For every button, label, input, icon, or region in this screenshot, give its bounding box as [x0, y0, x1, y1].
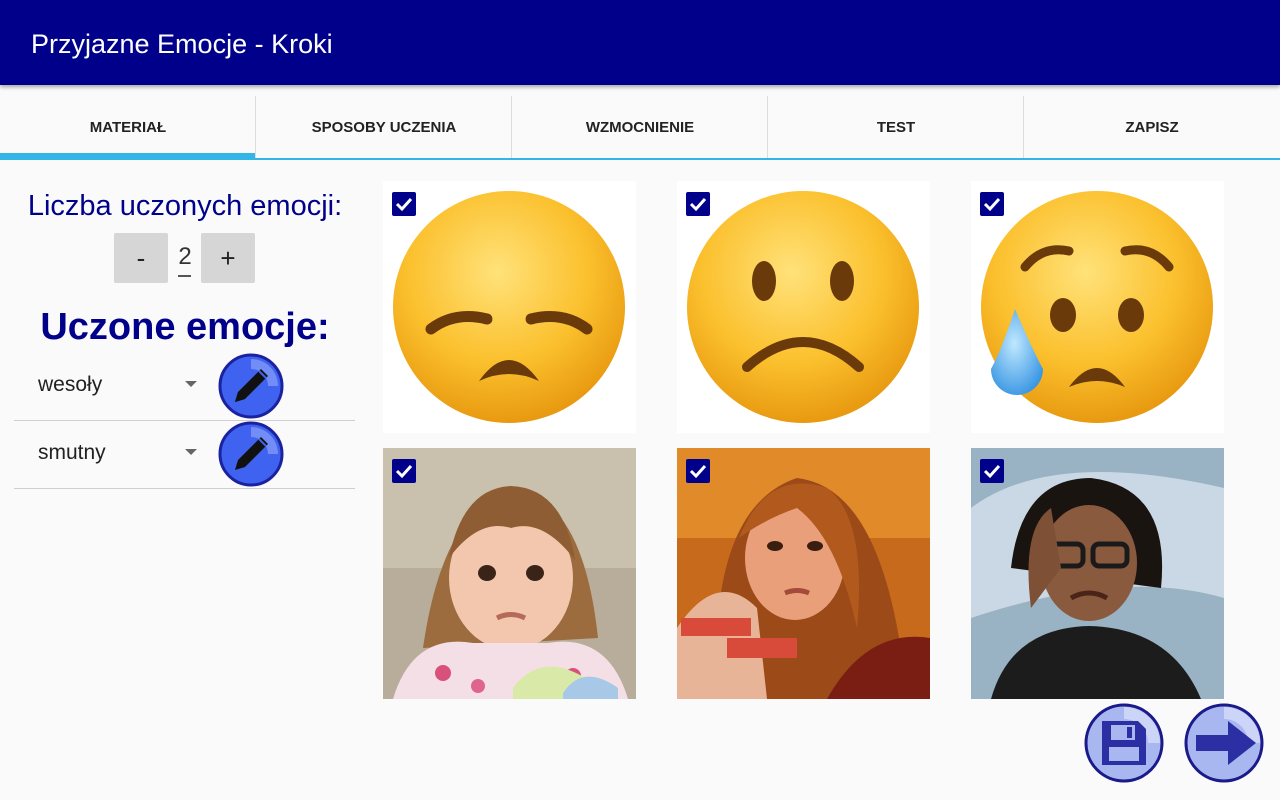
image-tile[interactable] — [383, 448, 636, 699]
sad-young-woman-photo — [677, 448, 930, 699]
emotion-row: wesoły — [14, 353, 355, 421]
checkbox-checked-icon[interactable] — [685, 458, 711, 484]
emotion-count-label: Liczba uczonych emocji: — [27, 190, 343, 222]
tab-bar: MATERIAŁ SPOSOBY UCZENIA WZMOCNIENIE TES… — [0, 96, 1280, 160]
tab-save[interactable]: ZAPISZ — [1024, 96, 1280, 158]
tab-label: WZMOCNIENIE — [585, 118, 695, 136]
edit-emotion-button[interactable] — [218, 353, 284, 419]
tab-material[interactable]: MATERIAŁ — [0, 96, 256, 160]
sad-toddler-photo — [383, 448, 636, 699]
increment-button[interactable]: + — [201, 233, 255, 283]
dropdown-caret-icon — [185, 449, 197, 455]
emotion-select-value: wesoły — [38, 373, 103, 396]
emotion-row: smutny — [14, 421, 355, 489]
checkbox-checked-icon[interactable] — [685, 191, 711, 217]
arrow-right-icon — [1184, 703, 1264, 783]
image-tile[interactable] — [971, 448, 1224, 699]
tab-label: ZAPISZ — [1125, 118, 1179, 136]
emotion-count-value[interactable]: 2 — [172, 243, 198, 271]
tab-reinforcement[interactable]: WZMOCNIENIE — [512, 96, 768, 158]
decrement-button[interactable]: - — [114, 233, 168, 283]
image-tile[interactable] — [971, 181, 1224, 433]
save-button[interactable] — [1084, 703, 1164, 783]
app-bar: Przyjazne Emocje - Kroki — [0, 0, 1280, 85]
learned-emotions-title: Uczone emocje: — [40, 306, 330, 348]
edit-emotion-button[interactable] — [218, 421, 284, 487]
dropdown-caret-icon — [185, 381, 197, 387]
tab-test[interactable]: TEST — [768, 96, 1024, 158]
tab-label: TEST — [876, 118, 916, 136]
emotion-select-value: smutny — [38, 441, 106, 464]
pencil-icon — [218, 353, 284, 419]
checkbox-checked-icon[interactable] — [391, 191, 417, 217]
checkbox-checked-icon[interactable] — [979, 458, 1005, 484]
disappointed-face-emoji — [383, 181, 636, 433]
tab-label: MATERIAŁ — [89, 118, 167, 136]
app-title: Przyjazne Emocje - Kroki — [31, 29, 333, 59]
crying-woman-photo — [971, 448, 1224, 699]
floppy-disk-icon — [1084, 703, 1164, 783]
image-tile[interactable] — [677, 448, 930, 699]
tab-learning-methods[interactable]: SPOSOBY UCZENIA — [256, 96, 512, 158]
count-field-underline — [178, 275, 191, 277]
image-tile[interactable] — [677, 181, 930, 433]
tab-label: SPOSOBY UCZENIA — [311, 118, 457, 136]
checkbox-checked-icon[interactable] — [979, 191, 1005, 217]
checkbox-checked-icon[interactable] — [391, 458, 417, 484]
sad-sweat-face-emoji — [971, 181, 1224, 433]
next-button[interactable] — [1184, 703, 1264, 783]
pencil-icon — [218, 421, 284, 487]
emotion-select[interactable]: wesoły — [14, 353, 204, 419]
tab-active-indicator — [0, 153, 255, 160]
image-tile[interactable] — [383, 181, 636, 433]
emotion-select[interactable]: smutny — [14, 421, 204, 487]
frowning-face-emoji — [677, 181, 930, 433]
